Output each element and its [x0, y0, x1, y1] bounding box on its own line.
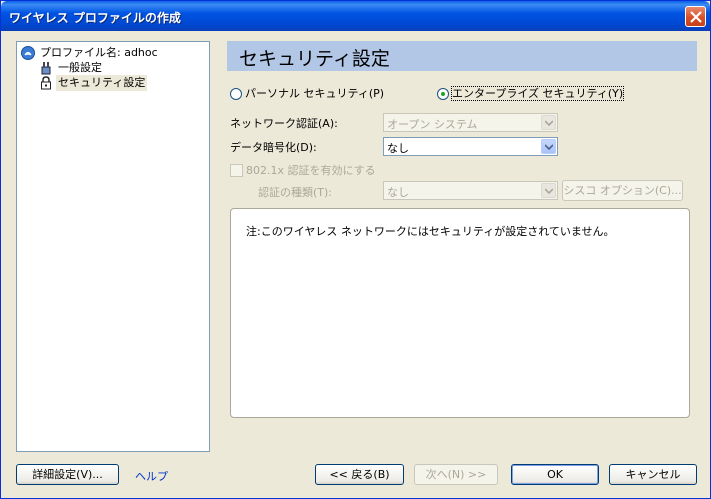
data-encryption-label: データ暗号化(D): [230, 141, 317, 154]
chevron-down-icon [541, 115, 556, 130]
title-bar[interactable]: ワイヤレス プロファイルの作成 [1, 1, 710, 31]
tree-root-label: プロファイル名: adhoc [40, 46, 158, 59]
tree-item-security[interactable]: セキュリティ設定 [39, 75, 148, 91]
radio-label: パーソナル セキュリティ(P) [245, 87, 385, 100]
checkbox-label: 802.1x 認証を有効にする [246, 164, 376, 177]
cancel-button[interactable]: キャンセル [609, 464, 697, 485]
radio-circle [230, 88, 242, 100]
help-link[interactable]: ヘルプ [135, 468, 168, 484]
back-button[interactable]: << 戻る(B) [315, 464, 404, 485]
select-value: なし [387, 142, 409, 155]
profile-tree: プロファイル名: adhoc 一般設定 セキュリティ設定 [16, 41, 210, 452]
auth-type-select[interactable]: なし [383, 181, 558, 200]
section-title: セキュリティ設定 [239, 48, 390, 70]
lock-icon [39, 76, 53, 90]
enterprise-security-radio[interactable]: エンタープライズ セキュリティ(Y) [437, 86, 625, 102]
network-adapter-icon [39, 61, 53, 75]
ok-button[interactable]: OK [511, 464, 599, 485]
tree-item-general[interactable]: 一般設定 [39, 60, 104, 76]
tree-item-label: 一般設定 [58, 61, 102, 74]
chevron-down-icon [541, 139, 556, 154]
radio-label: エンタープライズ セキュリティ(Y) [450, 86, 625, 101]
network-auth-select[interactable]: オープン システム [383, 113, 558, 132]
select-value: なし [387, 186, 409, 199]
chevron-down-icon [541, 183, 556, 198]
window-title: ワイヤレス プロファイルの作成 [9, 11, 181, 25]
next-button[interactable]: 次へ(N) >> [414, 464, 498, 485]
network-auth-label: ネットワーク認証(A): [230, 117, 338, 130]
cisco-options-button[interactable]: シスコ オプション(C)... [562, 180, 683, 201]
personal-security-radio[interactable]: パーソナル セキュリティ(P) [230, 86, 384, 102]
tree-item-label: セキュリティ設定 [56, 75, 148, 91]
radio-circle-selected [437, 88, 449, 100]
wireless-profile-dialog: ワイヤレス プロファイルの作成 プロファイル名: adhoc 一般設定 セキュリ… [0, 0, 711, 499]
enable-8021x-checkbox[interactable]: 802.1x 認証を有効にする [230, 164, 376, 178]
advanced-settings-button[interactable]: 詳細設定(V)... [16, 464, 119, 485]
select-value: オープン システム [387, 118, 478, 131]
note-text: 注:このワイヤレス ネットワークにはセキュリティが設定されていません。 [246, 225, 615, 238]
section-header: セキュリティ設定 [227, 41, 697, 71]
wireless-globe-icon [21, 46, 35, 60]
close-icon [690, 11, 702, 23]
auth-type-label: 認証の種類(T): [258, 186, 333, 199]
data-encryption-select[interactable]: なし [383, 137, 558, 156]
tree-root[interactable]: プロファイル名: adhoc [21, 45, 160, 61]
checkbox-box [230, 164, 243, 177]
note-panel: 注:このワイヤレス ネットワークにはセキュリティが設定されていません。 [230, 208, 690, 418]
close-button[interactable] [685, 6, 706, 27]
